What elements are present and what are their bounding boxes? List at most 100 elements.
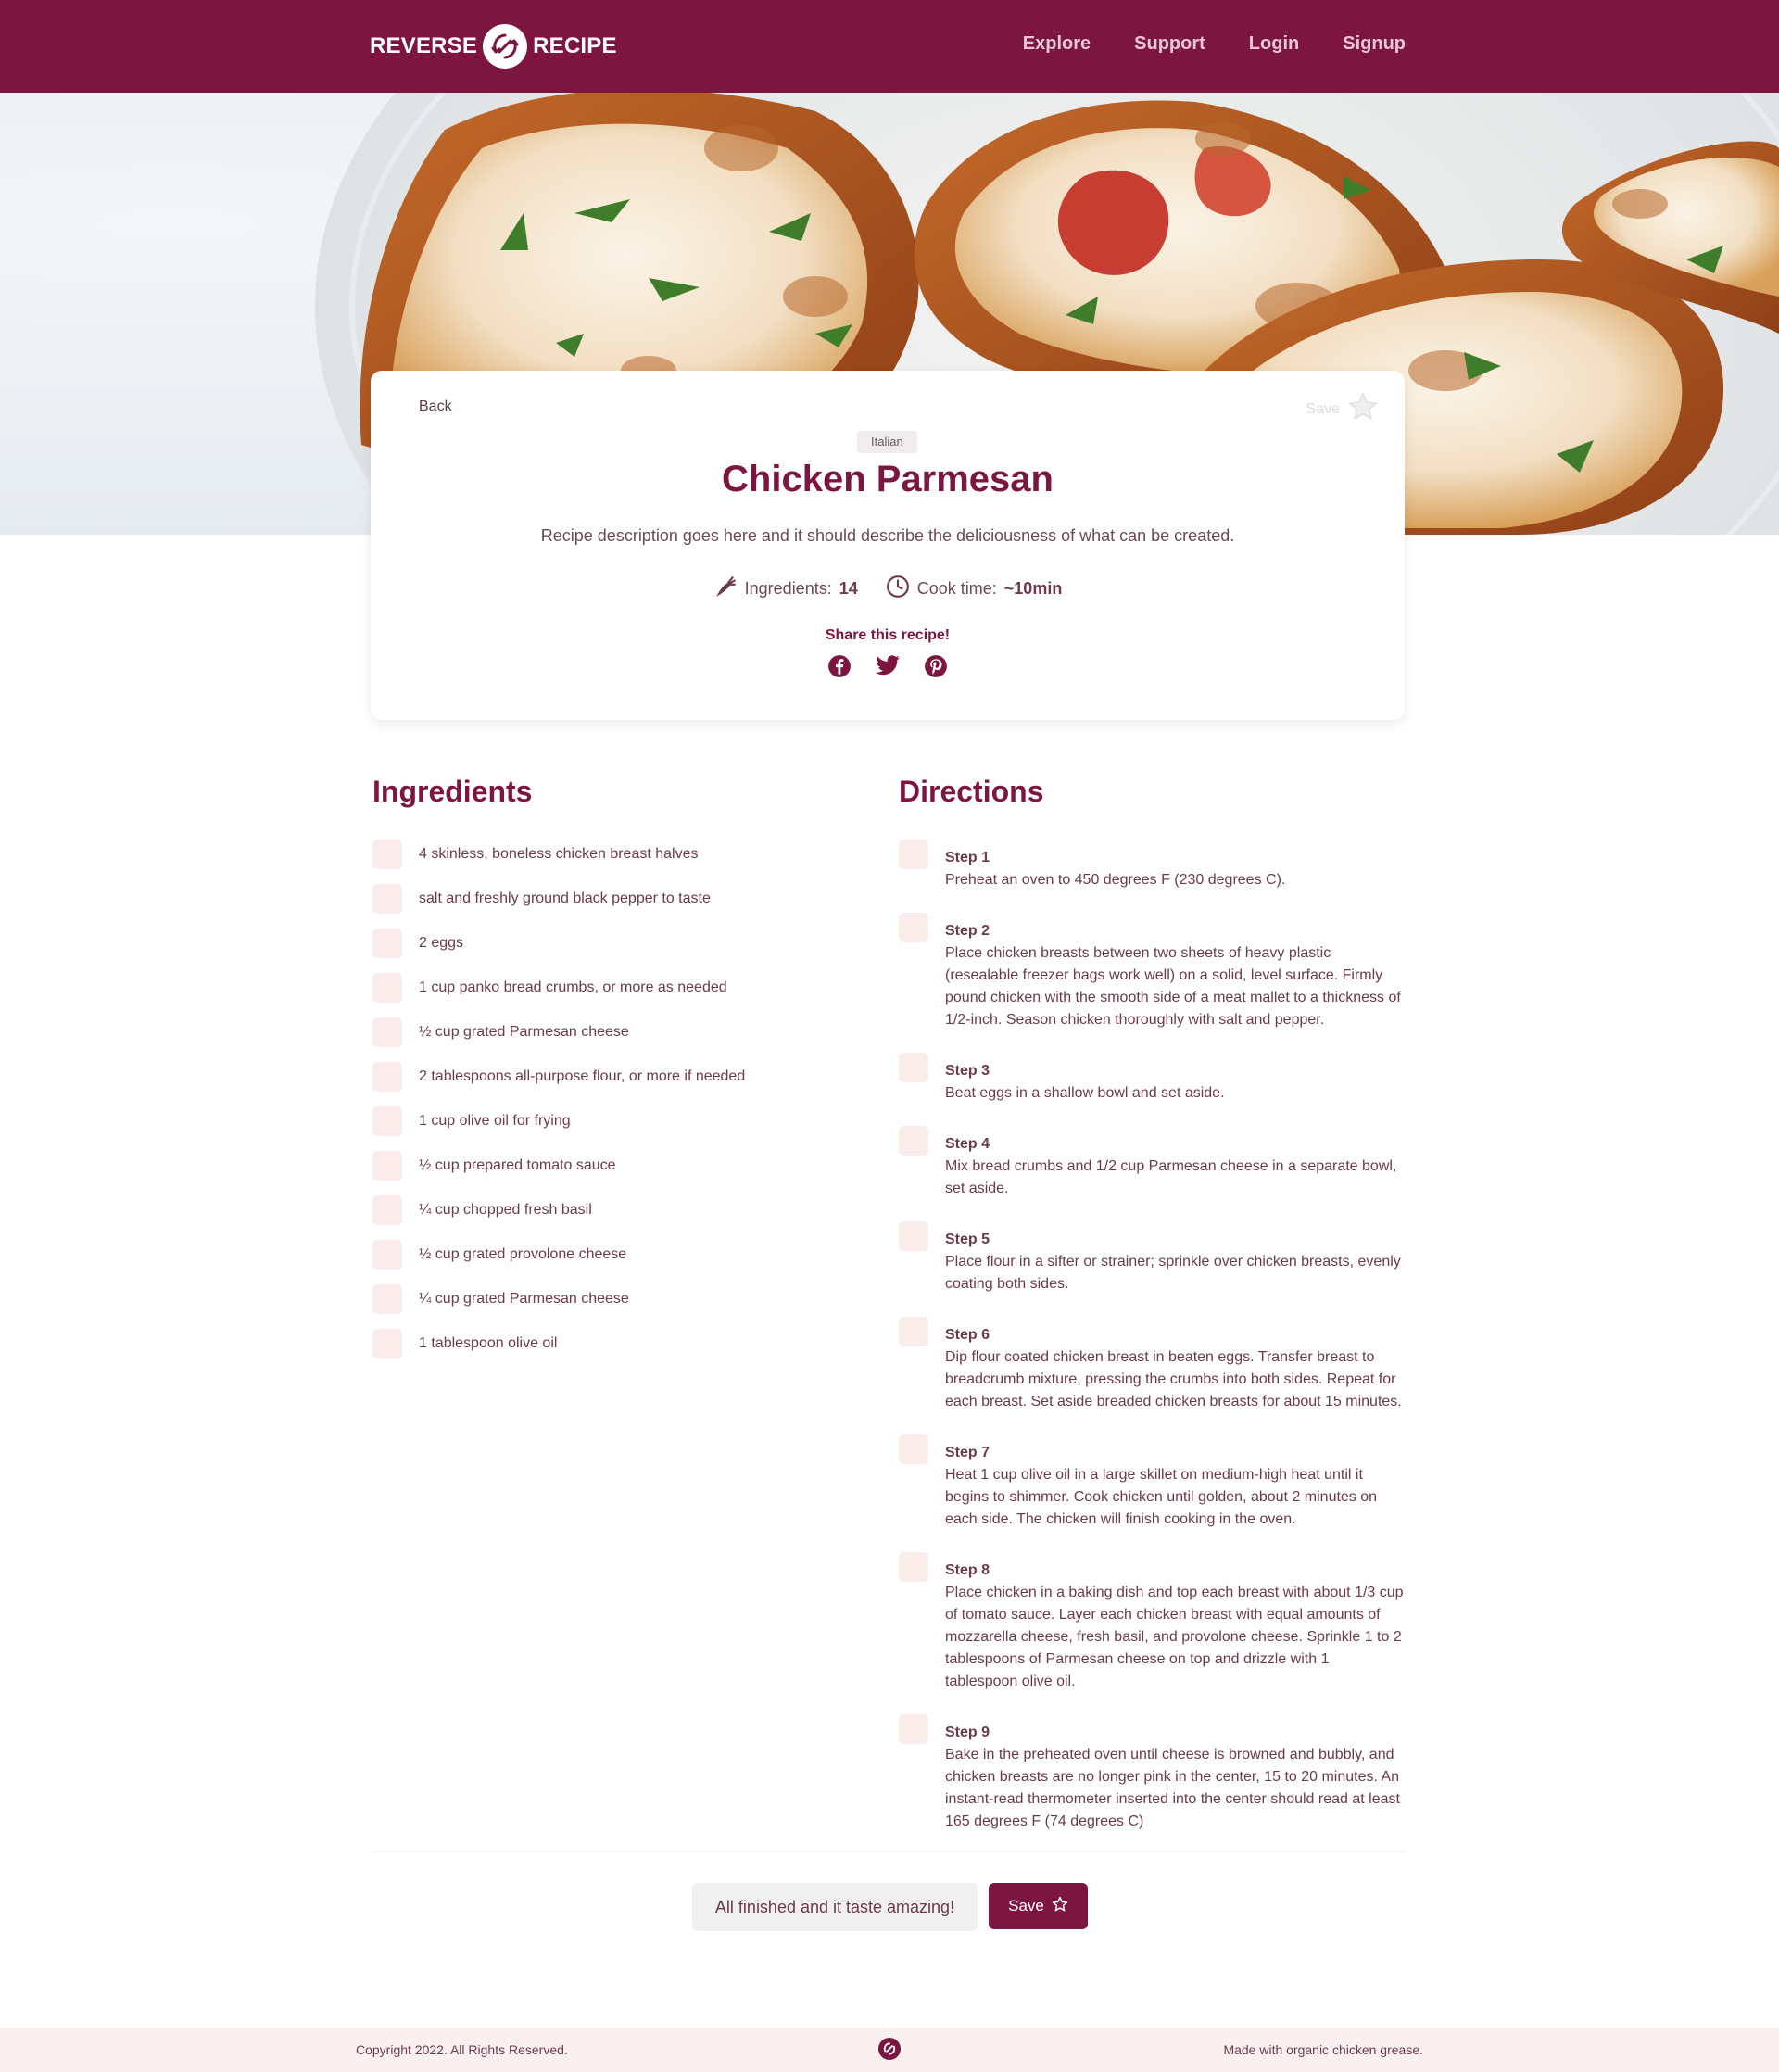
step-text: Place flour in a sifter or strainer; spr… (945, 1254, 1401, 1292)
ingredient-item[interactable]: 1 cup panko bread crumbs, or more as nee… (372, 973, 854, 1017)
ingredient-item[interactable]: 4 skinless, boneless chicken breast halv… (372, 840, 854, 884)
direction-step[interactable]: Step 9 Bake in the preheated oven until c… (899, 1714, 1404, 1833)
ingredient-item[interactable]: salt and freshly ground black pepper to … (372, 884, 854, 929)
ingredient-item[interactable]: ¼ cup grated Parmesan cheese (372, 1284, 854, 1329)
site-logo[interactable]: REVERSE RECIPE (370, 22, 617, 70)
ingredients-count-value: 14 (839, 579, 858, 598)
facebook-icon[interactable] (826, 653, 852, 679)
ingredients-count: Ingredients: 14 (713, 575, 858, 603)
direction-step[interactable]: Step 8 Place chicken in a baking dish and… (899, 1552, 1404, 1693)
ingredient-checkbox[interactable] (372, 1106, 402, 1136)
direction-step[interactable]: Step 3 Beat eggs in a shallow bowl and se… (899, 1053, 1404, 1105)
save-favorite-label: Save (1306, 400, 1340, 417)
step-text: Bake in the preheated oven until cheese … (945, 1747, 1400, 1829)
ingredient-item[interactable]: ½ cup prepared tomato sauce (372, 1151, 854, 1195)
ingredient-checkbox[interactable] (372, 1017, 402, 1047)
ingredient-text: 1 cup panko bread crumbs, or more as nee… (419, 979, 727, 995)
step-label: Step 8 (945, 1562, 990, 1578)
ingredient-checkbox[interactable] (372, 1329, 402, 1358)
ingredient-text: 2 eggs (419, 935, 464, 951)
direction-step[interactable]: Step 4 Mix bread crumbs and 1/2 cup Parme… (899, 1126, 1404, 1200)
step-checkbox[interactable] (899, 1552, 928, 1582)
logo-text-left: REVERSE (370, 33, 478, 58)
recipe-card: Back Save Italian Chicken Parmesan Recip… (371, 371, 1405, 720)
share-icons (371, 653, 1405, 679)
direction-step[interactable]: Step 1 Preheat an oven to 450 degrees F (… (899, 840, 1404, 891)
direction-step[interactable]: Step 2 Place chicken breasts between two … (899, 913, 1404, 1031)
nav-link-support[interactable]: Support (1134, 33, 1205, 55)
ingredient-item[interactable]: ½ cup grated provolone cheese (372, 1240, 854, 1284)
recipe-description: Recipe description goes here and it shou… (540, 526, 1235, 545)
ingredient-text: 1 cup olive oil for frying (419, 1113, 571, 1129)
top-nav: REVERSE RECIPE Explore Support Login Sig… (0, 0, 1779, 93)
step-text: Place chicken in a baking dish and top e… (945, 1585, 1404, 1689)
ingredient-checkbox[interactable] (372, 973, 402, 1003)
ingredient-checkbox[interactable] (372, 840, 402, 869)
ingredient-item[interactable]: 2 tablespoons all-purpose flour, or more… (372, 1062, 854, 1106)
step-checkbox[interactable] (899, 1126, 928, 1156)
cook-time-label: Cook time: (916, 579, 997, 598)
ingredient-text: ¼ cup grated Parmesan cheese (419, 1291, 629, 1307)
step-text: Place chicken breasts between two sheets… (945, 945, 1401, 1028)
step-text: Beat eggs in a shallow bowl and set asid… (945, 1085, 1225, 1101)
footer-tagline: Made with organic chicken grease. (1223, 2042, 1423, 2057)
star-icon (1347, 391, 1379, 427)
nav-link-login[interactable]: Login (1249, 33, 1299, 55)
twitter-icon[interactable] (875, 653, 901, 679)
direction-step[interactable]: Step 6 Dip flour coated chicken breast in… (899, 1317, 1404, 1413)
ingredient-text: ¼ cup chopped fresh basil (419, 1202, 592, 1218)
ingredient-checkbox[interactable] (372, 884, 402, 914)
logo-text-right: RECIPE (533, 33, 617, 58)
save-button[interactable]: Save (989, 1883, 1088, 1929)
step-checkbox[interactable] (899, 1317, 928, 1346)
copyright-text: Copyright 2022. All Rights Reserved. (356, 2042, 568, 2057)
reverse-arrows-icon[interactable] (878, 2038, 901, 2060)
ingredient-checkbox[interactable] (372, 1284, 402, 1314)
nav-link-signup[interactable]: Signup (1343, 33, 1406, 55)
carrot-icon (713, 575, 738, 603)
ingredient-checkbox[interactable] (372, 1195, 402, 1225)
finished-button[interactable]: All finished and it taste amazing! (692, 1883, 978, 1931)
back-link[interactable]: Back (419, 398, 452, 415)
ingredient-text: 4 skinless, boneless chicken breast halv… (419, 846, 699, 862)
ingredients-list: 4 skinless, boneless chicken breast halv… (372, 840, 854, 1373)
ingredient-checkbox[interactable] (372, 929, 402, 958)
ingredient-item[interactable]: 1 tablespoon olive oil (372, 1329, 854, 1373)
footer: Copyright 2022. All Rights Reserved. Mad… (0, 2028, 1779, 2072)
save-button-label: Save (1008, 1897, 1044, 1914)
step-label: Step 6 (945, 1327, 990, 1343)
nav-links: Explore Support Login Signup (1023, 33, 1406, 55)
directions-list: Step 1 Preheat an oven to 450 degrees F (… (899, 840, 1404, 1854)
direction-step[interactable]: Step 7 Heat 1 cup olive oil in a large sk… (899, 1434, 1404, 1531)
ingredient-checkbox[interactable] (372, 1151, 402, 1181)
step-checkbox[interactable] (899, 913, 928, 942)
directions-title: Directions (899, 775, 1044, 808)
step-checkbox[interactable] (899, 1434, 928, 1464)
save-favorite-button[interactable]: Save (1306, 391, 1379, 427)
step-label: Step 1 (945, 850, 990, 865)
step-checkbox[interactable] (899, 1714, 928, 1744)
star-icon (1052, 1896, 1068, 1917)
step-label: Step 5 (945, 1232, 990, 1247)
direction-step[interactable]: Step 5 Place flour in a sifter or straine… (899, 1221, 1404, 1295)
ingredient-item[interactable]: 1 cup olive oil for frying (372, 1106, 854, 1151)
pinterest-icon[interactable] (923, 653, 949, 679)
step-label: Step 2 (945, 923, 990, 939)
step-checkbox[interactable] (899, 1221, 928, 1251)
clock-icon (886, 575, 910, 603)
ingredient-item[interactable]: ¼ cup chopped fresh basil (372, 1195, 854, 1240)
cook-time: Cook time: ~10min (886, 575, 1062, 603)
nav-link-explore[interactable]: Explore (1023, 33, 1091, 55)
step-checkbox[interactable] (899, 1053, 928, 1082)
ingredient-checkbox[interactable] (372, 1062, 402, 1092)
ingredient-text: 1 tablespoon olive oil (419, 1335, 558, 1351)
cuisine-tag: Italian (857, 431, 917, 453)
step-label: Step 7 (945, 1445, 990, 1460)
ingredient-item[interactable]: ½ cup grated Parmesan cheese (372, 1017, 854, 1062)
ingredient-text: salt and freshly ground black pepper to … (419, 891, 711, 906)
ingredient-text: ½ cup grated provolone cheese (419, 1246, 627, 1262)
step-checkbox[interactable] (899, 840, 928, 869)
ingredient-checkbox[interactable] (372, 1240, 402, 1270)
ingredients-title: Ingredients (372, 775, 533, 808)
ingredient-item[interactable]: 2 eggs (372, 929, 854, 973)
